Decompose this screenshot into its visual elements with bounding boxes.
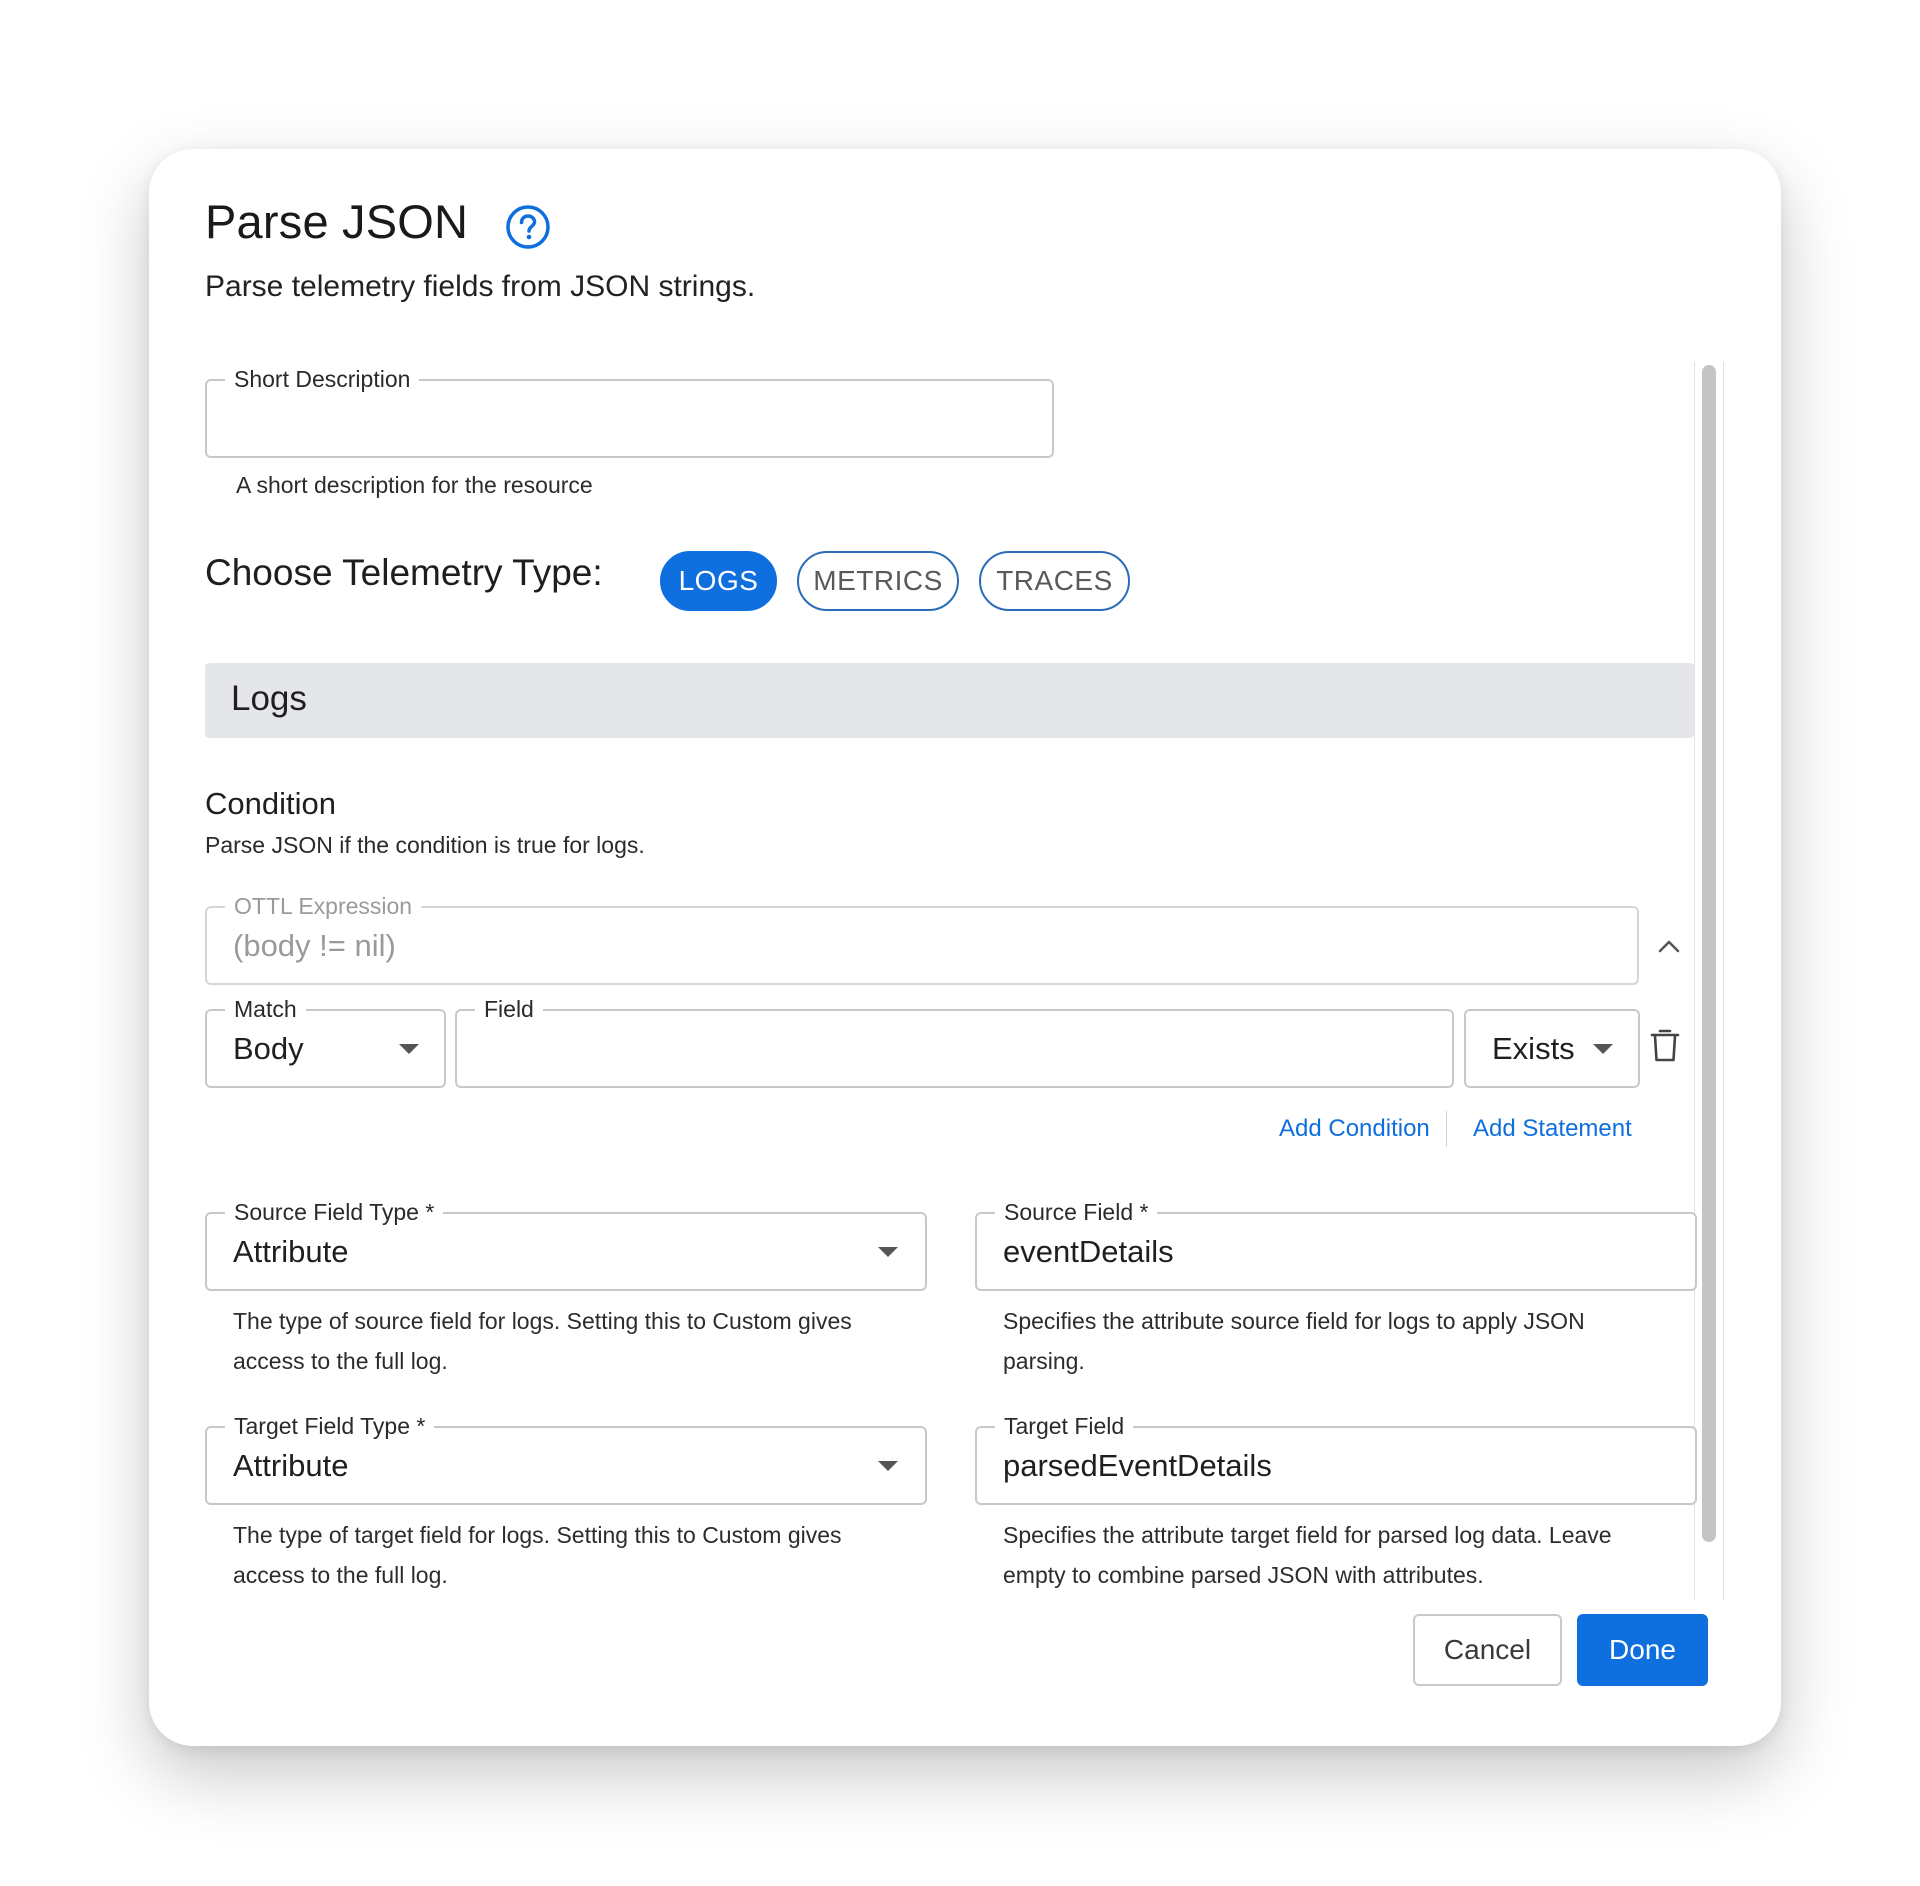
short-description-field[interactable]: Short Description — [205, 365, 1054, 458]
source-field-type-helper-line1: The type of source field for logs. Setti… — [233, 1308, 852, 1334]
operator-select[interactable]: Exists — [1464, 1009, 1640, 1088]
condition-title: Condition — [205, 786, 336, 821]
parse-json-dialog: Parse JSON Parse telemetry fields from J… — [149, 149, 1781, 1746]
add-condition-link[interactable]: Add Condition — [1279, 1115, 1430, 1143]
source-field-label: Source Field * — [995, 1198, 1158, 1226]
condition-field-input[interactable]: Field — [455, 995, 1454, 1088]
logs-section-header: Logs — [205, 663, 1694, 738]
scrollbar-thumb[interactable] — [1702, 365, 1716, 1542]
target-field-helper-line2: empty to combine parsed JSON with attrib… — [1003, 1562, 1484, 1588]
target-field-input[interactable]: Target Field parsedEventDetails — [975, 1412, 1697, 1505]
source-field-helper-line1: Specifies the attribute source field for… — [1003, 1308, 1585, 1334]
telemetry-chip-metrics[interactable]: METRICS — [797, 551, 959, 611]
match-value: Body — [233, 1030, 304, 1066]
telemetry-chip-traces[interactable]: TRACES — [979, 551, 1130, 611]
source-field-type-value: Attribute — [233, 1233, 349, 1269]
cancel-button[interactable]: Cancel — [1413, 1614, 1562, 1686]
trash-icon[interactable] — [1650, 1027, 1680, 1063]
dialog-subtitle: Parse telemetry fields from JSON strings… — [205, 270, 756, 303]
match-label: Match — [225, 995, 306, 1023]
caret-down-icon — [878, 1246, 898, 1257]
ottl-expression-label: OTTL Expression — [225, 892, 422, 920]
source-field-helper-line2: parsing. — [1003, 1348, 1085, 1374]
operator-value: Exists — [1492, 1030, 1575, 1066]
source-field-input[interactable]: Source Field * eventDetails — [975, 1198, 1697, 1291]
caret-down-icon — [878, 1460, 898, 1471]
target-field-value: parsedEventDetails — [1003, 1447, 1272, 1483]
condition-description: Parse JSON if the condition is true for … — [205, 832, 645, 858]
target-field-type-label: Target Field Type * — [225, 1412, 435, 1440]
target-field-type-helper-line2: access to the full log. — [233, 1562, 448, 1588]
condition-field-label: Field — [475, 995, 543, 1023]
source-field-type-label: Source Field Type * — [225, 1198, 444, 1226]
source-field-value: eventDetails — [1003, 1233, 1174, 1269]
ottl-expression-field: OTTL Expression (body != nil) — [205, 892, 1639, 985]
logs-section-title: Logs — [231, 679, 307, 718]
link-divider — [1446, 1111, 1447, 1147]
short-description-helper: A short description for the resource — [236, 472, 593, 498]
source-field-type-select[interactable]: Source Field Type * Attribute — [205, 1198, 927, 1291]
caret-down-icon — [399, 1043, 419, 1054]
dialog-title: Parse JSON — [205, 195, 469, 248]
done-button[interactable]: Done — [1577, 1614, 1708, 1686]
caret-down-icon — [1593, 1043, 1613, 1054]
target-field-type-value: Attribute — [233, 1447, 349, 1483]
telemetry-type-label: Choose Telemetry Type: — [205, 552, 603, 593]
add-statement-link[interactable]: Add Statement — [1473, 1115, 1632, 1143]
match-select[interactable]: Match Body — [205, 995, 446, 1088]
short-description-label: Short Description — [225, 365, 420, 393]
chevron-up-icon[interactable] — [1658, 939, 1680, 953]
target-field-type-helper-line1: The type of target field for logs. Setti… — [233, 1522, 842, 1548]
target-field-helper-line1: Specifies the attribute target field for… — [1003, 1522, 1612, 1548]
source-field-type-helper-line2: access to the full log. — [233, 1348, 448, 1374]
ottl-expression-value: (body != nil) — [233, 927, 396, 963]
target-field-label: Target Field — [995, 1412, 1134, 1440]
target-field-type-select[interactable]: Target Field Type * Attribute — [205, 1412, 927, 1505]
telemetry-chip-logs[interactable]: LOGS — [660, 551, 777, 611]
help-icon[interactable] — [505, 204, 551, 250]
